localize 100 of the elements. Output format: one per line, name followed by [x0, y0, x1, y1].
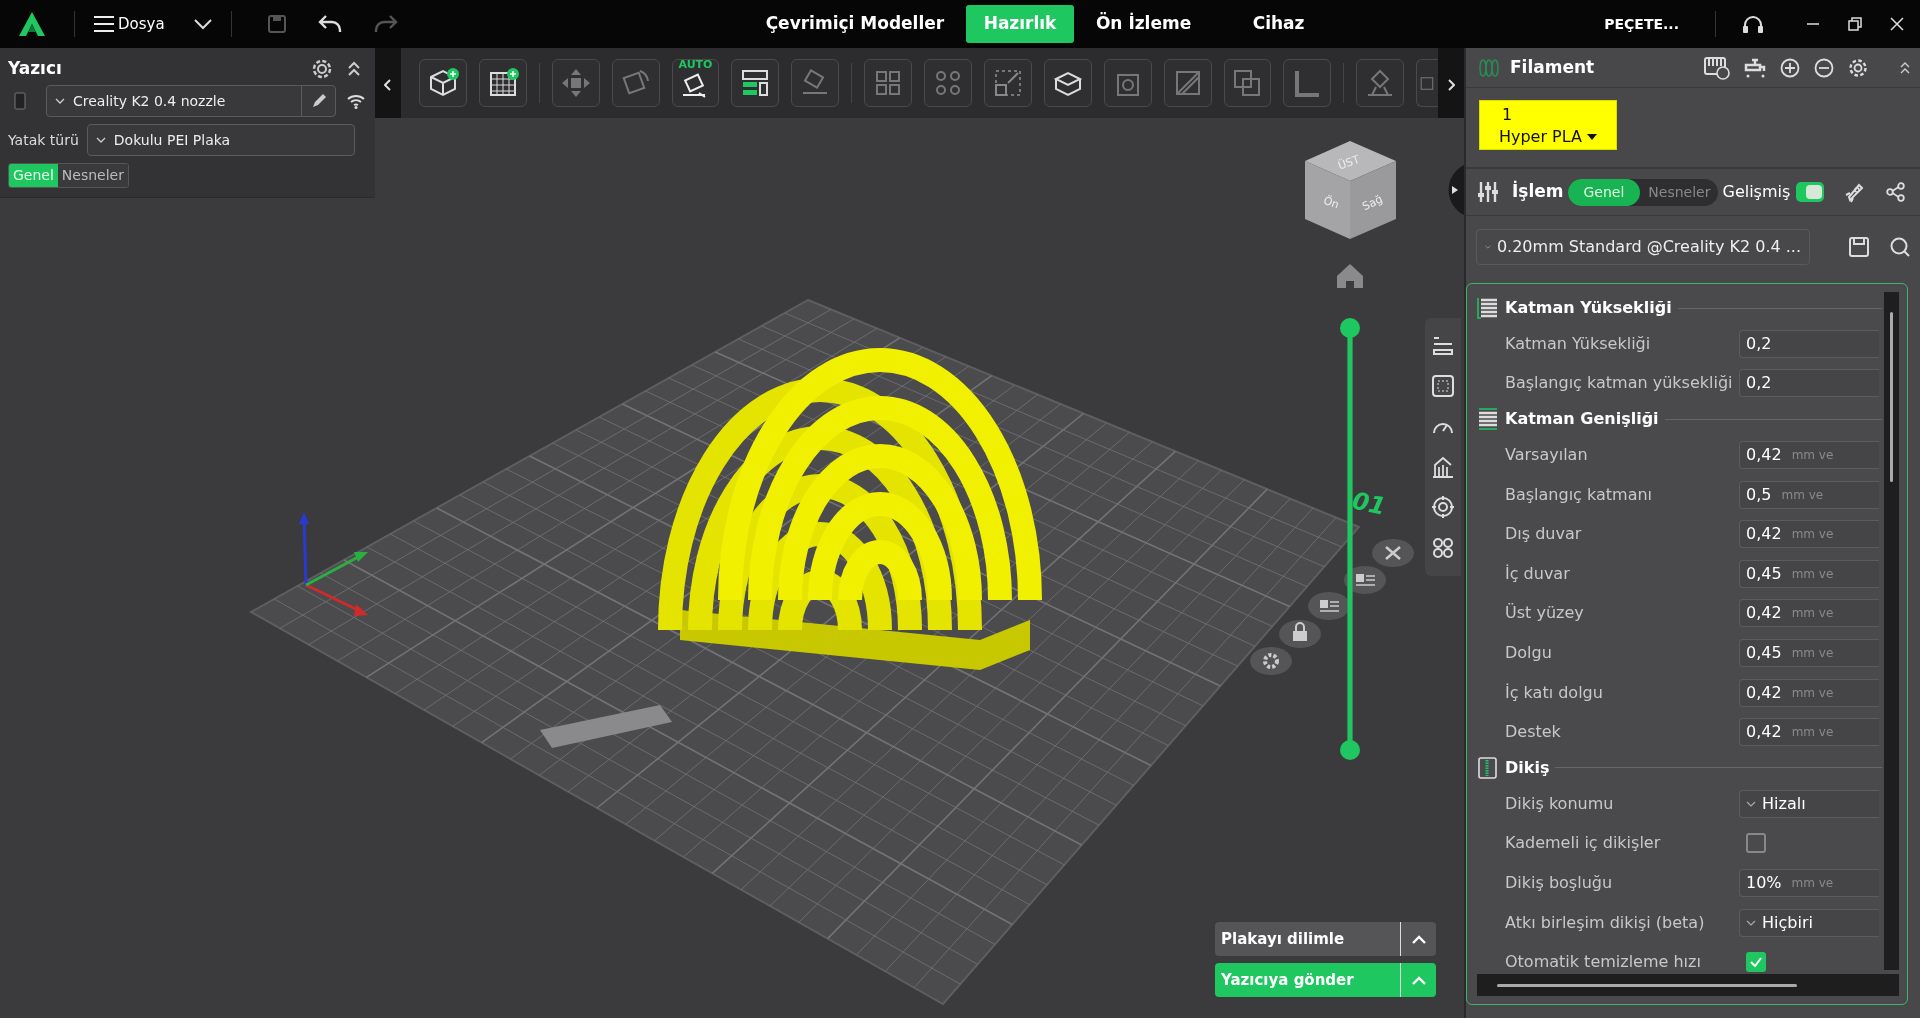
move-icon[interactable] [551, 59, 600, 107]
panel-tab[interactable]: Nesneler [57, 164, 128, 187]
settings-icon[interactable] [1250, 647, 1292, 675]
setting-dropdown[interactable]: Hizalı [1739, 789, 1879, 818]
auto-label: AUTO [677, 59, 714, 71]
home-icon[interactable] [1337, 264, 1363, 288]
restore-icon[interactable] [1848, 17, 1862, 31]
value-field[interactable]: 0,42 mm ve [1739, 718, 1879, 747]
auto-orient-icon[interactable]: AUTO [671, 59, 720, 107]
arrange-icon[interactable] [1308, 592, 1350, 620]
chevron-icon [55, 98, 65, 104]
process-tab[interactable]: Nesneler [1640, 178, 1719, 206]
rocket-icon[interactable] [1843, 181, 1865, 203]
arrange-icon[interactable] [731, 59, 780, 107]
share-icon[interactable] [1886, 182, 1906, 202]
unit-label: mm ve [1791, 605, 1834, 623]
cube-hole-icon[interactable] [1103, 59, 1152, 107]
layers-icon [1477, 297, 1499, 319]
setting-dropdown[interactable]: Hiçbiri [1739, 908, 1879, 937]
value-field[interactable]: 0,5 mm ve [1739, 480, 1879, 509]
add-plate-icon[interactable] [478, 59, 527, 107]
close-icon[interactable] [1372, 539, 1414, 567]
value-field[interactable]: 0,42 mm ve [1739, 520, 1879, 549]
chevron-left-icon[interactable] [384, 78, 392, 91]
section-title: Filament [1510, 55, 1595, 79]
chevron-icon [95, 137, 106, 143]
scrollbar[interactable] [1477, 974, 1899, 996]
printer-name: Creality K2 0.4 nozzle [73, 91, 226, 111]
slider-handle[interactable] [1340, 318, 1360, 338]
headset-icon[interactable] [1742, 14, 1764, 34]
command-icon[interactable] [1431, 535, 1455, 560]
settings-icon[interactable] [311, 57, 333, 80]
mode-tab[interactable]: Çevrimiçi Modeller [747, 5, 963, 43]
filament-slot[interactable]: 1 Hyper PLA [1479, 100, 1617, 150]
wifi-icon[interactable] [346, 93, 366, 109]
target-icon[interactable] [1431, 495, 1455, 520]
field-value: 0,42 [1746, 681, 1782, 704]
add-icon[interactable] [1780, 57, 1800, 78]
value-field[interactable]: 0,42 mm ve [1739, 441, 1879, 469]
value-field[interactable]: 10% mm ve [1739, 868, 1879, 897]
sync-icon[interactable] [1704, 55, 1730, 80]
field-value: 0,45 [1746, 562, 1782, 585]
user-menu[interactable]: PEÇETE... [1586, 7, 1697, 41]
add-cube-icon[interactable] [418, 59, 467, 107]
value-field[interactable]: 0,2 [1739, 329, 1879, 358]
scale-icon[interactable] [984, 59, 1032, 107]
remove-icon[interactable] [1814, 57, 1834, 78]
preset-name: 0.20mm Standard @Creality K2 0.4 ... [1496, 236, 1801, 258]
mode-tab[interactable]: Cihaz [1234, 5, 1323, 43]
list-icon[interactable] [1344, 566, 1386, 594]
collapse-handle-icon[interactable] [1448, 165, 1464, 215]
support-paint-icon[interactable] [1356, 59, 1405, 107]
collapse-icon[interactable] [347, 59, 361, 78]
measure-icon[interactable] [1283, 59, 1332, 107]
redo-icon[interactable] [373, 14, 398, 34]
advanced-toggle[interactable] [1796, 182, 1825, 202]
preset-dropdown[interactable]: 0.20mm Standard @Creality K2 0.4 ... [1476, 229, 1810, 265]
value-field[interactable]: 0,45 mm ve [1739, 559, 1879, 588]
checkbox[interactable] [1746, 952, 1766, 973]
cut-icon[interactable] [1163, 59, 1212, 107]
setting-label: Varsayılan [1504, 444, 1589, 466]
checkbox[interactable] [1746, 833, 1766, 854]
file-menu-button[interactable]: Dosya [93, 12, 165, 36]
hollow-box-icon[interactable] [1043, 59, 1092, 107]
search-icon[interactable] [1890, 237, 1910, 257]
layer-width-icon [1477, 408, 1499, 431]
rotate-icon[interactable] [611, 59, 660, 107]
scrollbar[interactable] [1884, 292, 1899, 970]
chevron-down-icon[interactable] [192, 18, 213, 30]
support-icon[interactable] [1431, 455, 1455, 480]
setting-label: Atkı birleşim dikişi (beta) [1504, 911, 1706, 934]
printer-dropdown[interactable]: Creality K2 0.4 nozzle [46, 85, 336, 117]
value-field[interactable]: 0,2 [1739, 369, 1879, 398]
lock-icon[interactable] [1279, 620, 1321, 648]
value-field[interactable]: 0,42 mm ve [1739, 599, 1879, 628]
boolean-icon[interactable] [1223, 59, 1272, 107]
value-field[interactable]: 0,45 mm ve [1739, 638, 1879, 667]
value-field[interactable]: 0,42 mm ve [1739, 678, 1879, 707]
setting-label: Başlangıç katman yüksekliği [1504, 372, 1734, 395]
split-parts-icon[interactable] [924, 59, 972, 107]
chevron-right-icon[interactable] [1447, 78, 1456, 91]
collapse-icon[interactable] [1900, 61, 1910, 74]
check-icon[interactable] [1750, 957, 1762, 968]
rainbow-model-drawing[interactable] [658, 348, 1042, 670]
chevron-icon [1746, 919, 1756, 926]
split-objects-icon[interactable] [864, 59, 913, 107]
bed-type-dropdown[interactable]: Dokulu PEI Plaka [86, 124, 355, 156]
unit-label: mm ve [1791, 526, 1834, 544]
settings-icon[interactable] [1848, 57, 1868, 78]
faucet-icon[interactable] [1744, 56, 1766, 79]
group-title: Dikiş [1505, 756, 1550, 779]
close-icon[interactable] [1890, 17, 1904, 31]
lay-flat-icon[interactable] [791, 59, 840, 107]
menu-icon[interactable] [93, 15, 115, 33]
paint-icon[interactable] [1416, 59, 1439, 107]
undo-icon[interactable] [317, 14, 342, 34]
plate-number: 01 [1349, 486, 1389, 521]
bounding-box-icon[interactable] [1431, 374, 1455, 399]
chevron-icon [1746, 800, 1756, 807]
mode-tab[interactable]: Ön İzleme [1077, 5, 1210, 43]
